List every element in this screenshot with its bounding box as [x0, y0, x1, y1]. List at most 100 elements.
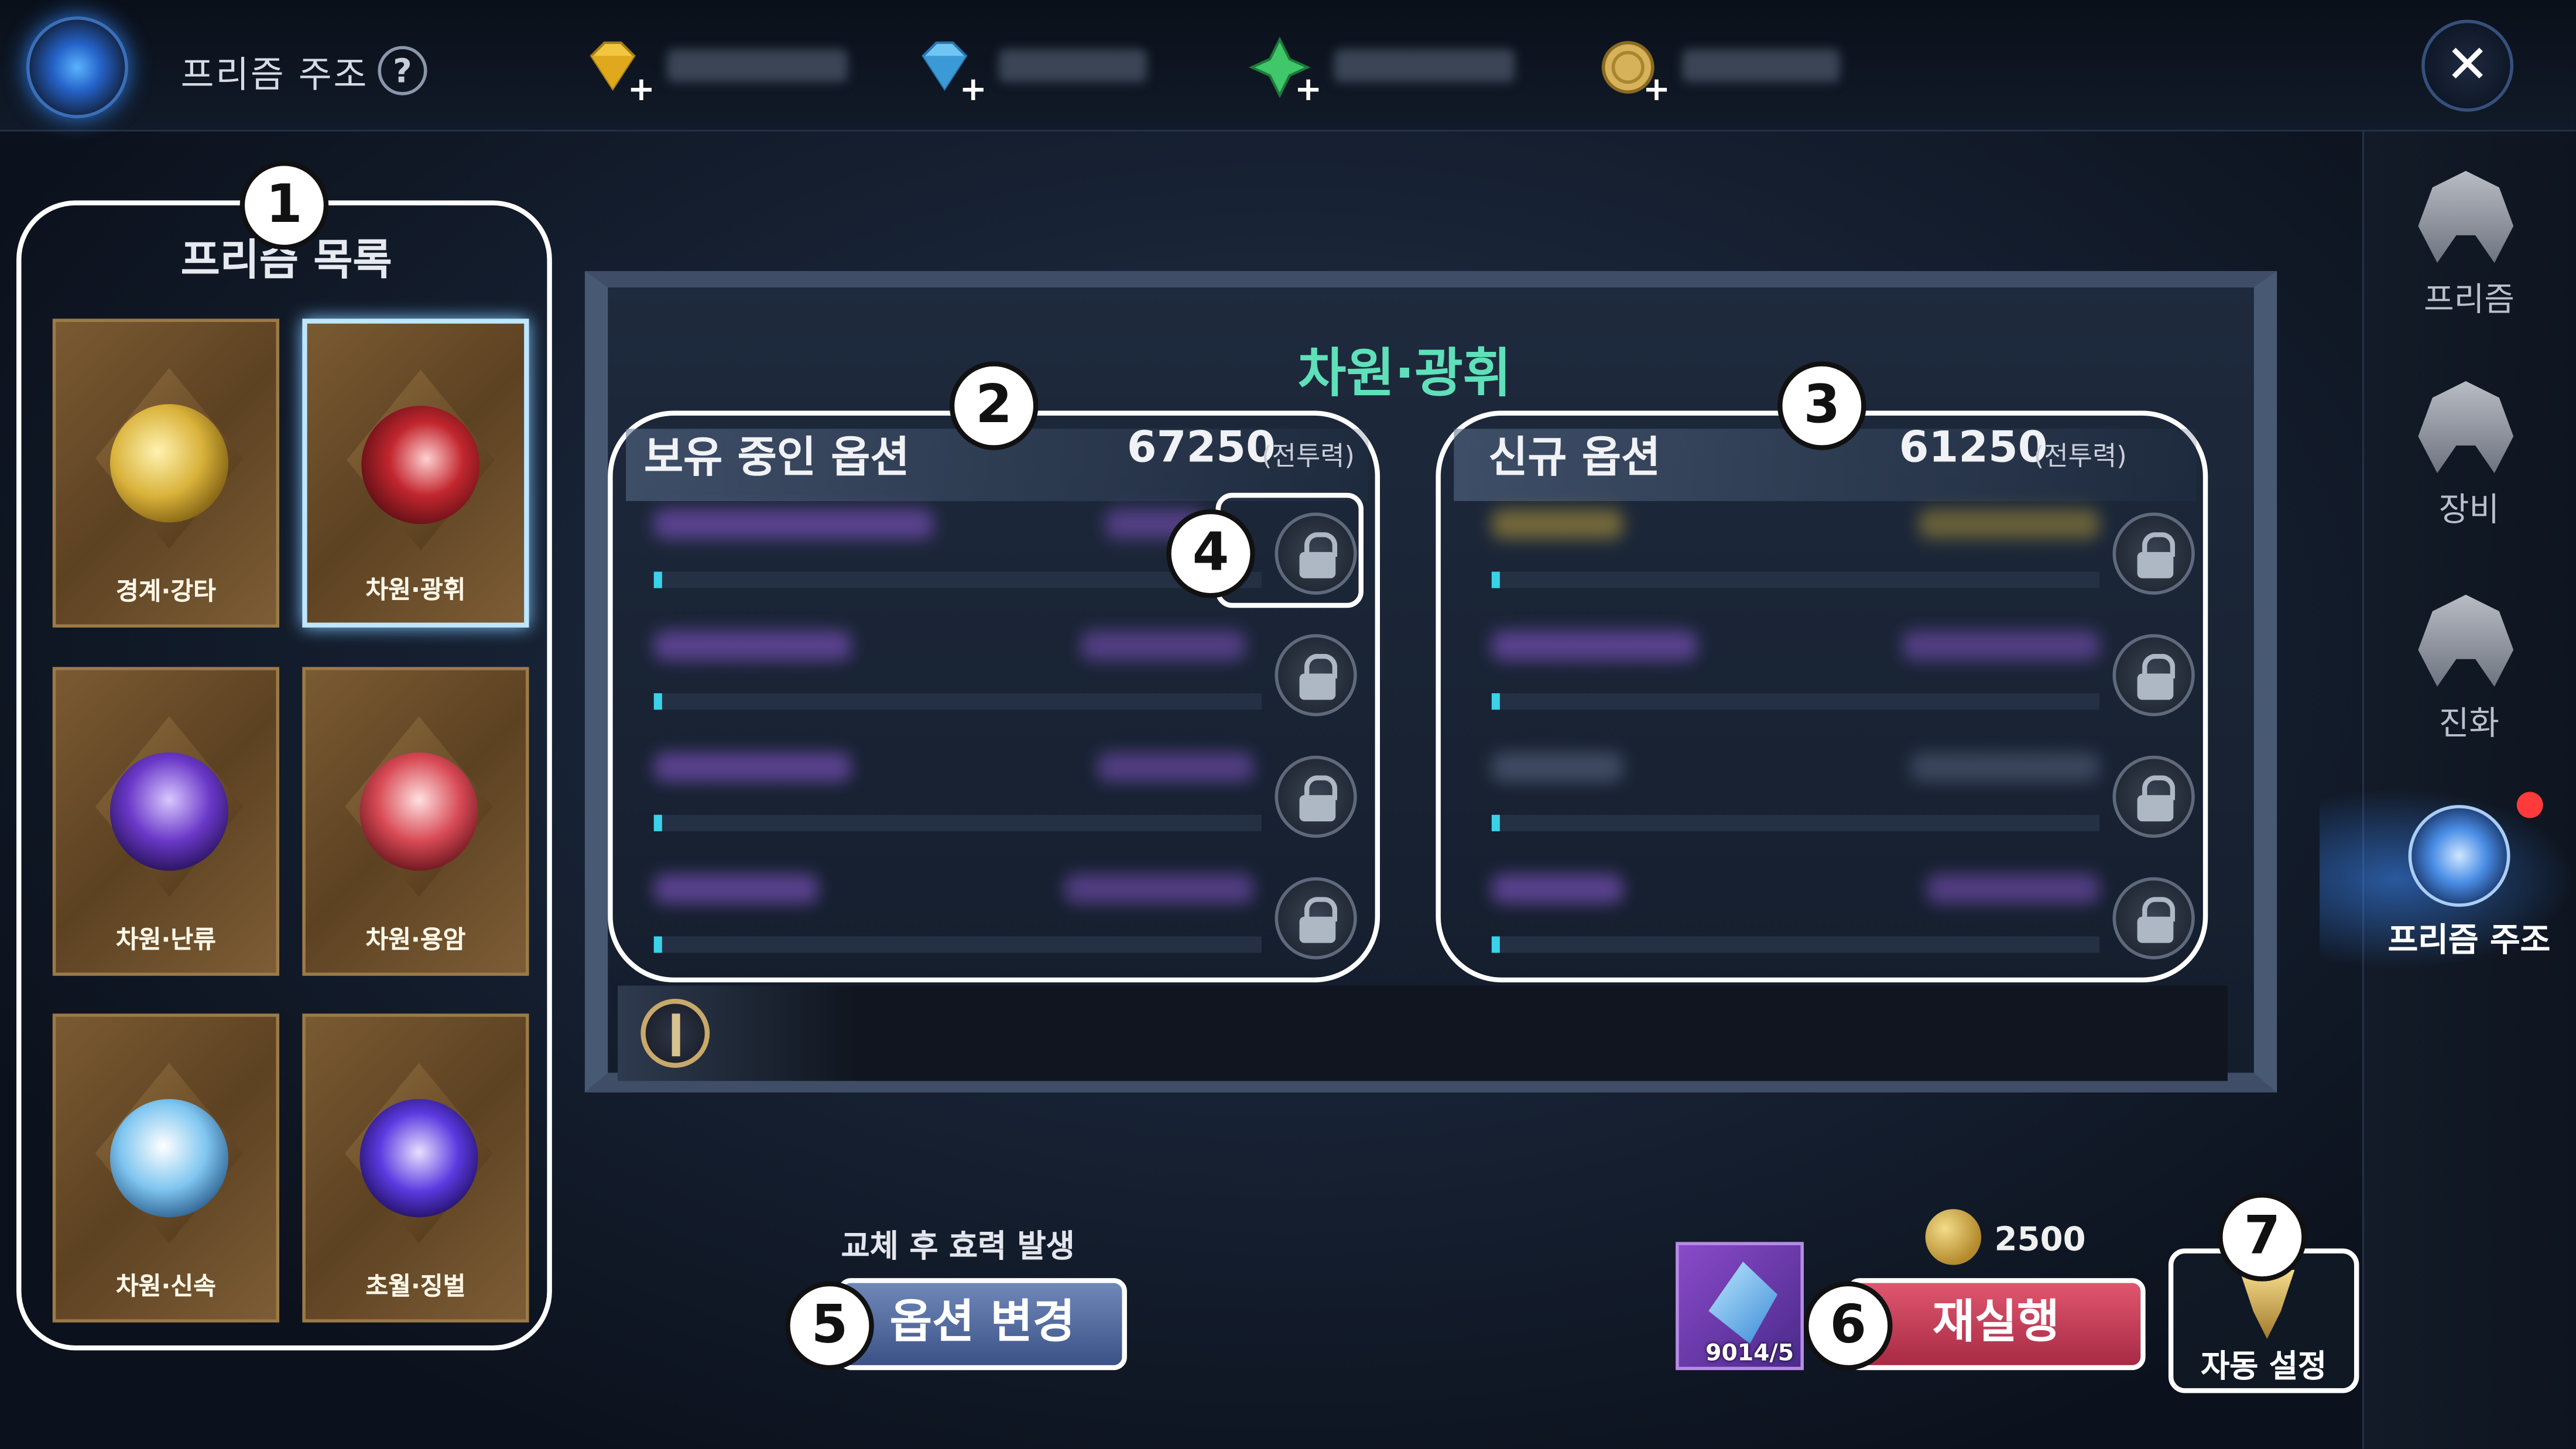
option-lock-icon[interactable] [2112, 512, 2195, 595]
currency-value [1334, 49, 1515, 83]
option-row [653, 864, 1262, 956]
option-name [1491, 631, 1697, 661]
add-currency-icon: + [1643, 68, 1671, 109]
sidebar-item-evolution[interactable]: 진화 [2362, 594, 2576, 776]
item-count: 9014/5 [1705, 1340, 1794, 1367]
callout-marker: 2 [949, 361, 1039, 450]
add-currency-icon: + [627, 68, 655, 109]
option-row [1491, 864, 2100, 956]
sidebar-item-label: 프리즘 주조 [2387, 920, 2551, 960]
sidebar-item-equipment[interactable]: 장비 [2362, 381, 2576, 562]
sidebar-item-label: 프리즘 [2423, 279, 2515, 319]
material-item-slot[interactable]: 9014/5 [1676, 1242, 1804, 1371]
prism-card[interactable]: 초월·징벌 [302, 1013, 529, 1323]
option-row [1491, 499, 2100, 591]
prism-orb-icon [359, 1099, 478, 1218]
sidebar-item-prism[interactable]: 프리즘 [2362, 170, 2576, 352]
sidebar-item-prism-forge[interactable]: 프리즘 주조 [2362, 809, 2576, 989]
help-icon[interactable]: ? [378, 46, 427, 95]
prism-card[interactable]: 차원·난류 [52, 667, 280, 976]
option-value [1927, 873, 2100, 904]
option-row [653, 742, 1262, 834]
callout-marker: 7 [2218, 1193, 2307, 1282]
sidebar-item-label: 장비 [2438, 489, 2500, 529]
prism-orb-icon [110, 404, 229, 523]
option-value [1902, 631, 2100, 661]
option-lock-icon[interactable] [2112, 877, 2195, 960]
callout-marker: 5 [785, 1281, 874, 1371]
sword-emblem-icon[interactable] [640, 999, 710, 1068]
retry-cost: 2500 [1994, 1219, 2086, 1259]
option-bar [653, 936, 1262, 953]
add-currency-icon: + [959, 68, 987, 109]
option-bar [653, 814, 1262, 831]
option-lock-icon[interactable] [1275, 755, 1357, 838]
prism-card-label: 초월·징벌 [365, 1271, 466, 1301]
option-bar-fill [1491, 693, 1500, 710]
prism-orb-icon [110, 1099, 229, 1218]
change-hint: 교체 후 효력 발생 [841, 1228, 1075, 1265]
current-options-title: 보유 중인 옵션 [643, 433, 910, 483]
option-lock-icon[interactable] [2112, 634, 2195, 717]
prism-card-label: 차원·용암 [365, 924, 466, 955]
option-name [1491, 873, 1623, 904]
currency-value [667, 49, 848, 83]
set-effect-strip [618, 985, 2228, 1081]
prism-forge-screen: 프리즘 주조 ? + + + + ✕ 프리즘 목록 경계·강타 차원·광휘 차원… [0, 0, 2576, 1449]
prism-orb-icon [359, 752, 478, 871]
option-name [653, 752, 851, 782]
power-unit-label: (전투력) [1262, 440, 1355, 472]
crystal-icon [1708, 1262, 1778, 1344]
callout-marker: 1 [239, 160, 329, 250]
callout-marker: 6 [1803, 1281, 1893, 1371]
option-bar [1491, 936, 2100, 953]
prism-card[interactable]: 차원·신속 [52, 1013, 280, 1323]
auto-setting-label: 자동 설정 [2201, 1348, 2327, 1385]
prism-card-label: 차원·신속 [115, 1271, 216, 1301]
option-value [1910, 752, 2100, 782]
gold-coin-icon [1925, 1209, 1982, 1265]
option-bar-fill [1491, 814, 1500, 831]
currency-value [999, 49, 1147, 83]
prism-card-label: 차원·난류 [115, 924, 216, 955]
option-bar-fill [1491, 571, 1500, 588]
prism-card-selected[interactable]: 차원·광휘 [302, 318, 529, 628]
option-bar [653, 693, 1262, 710]
change-option-button[interactable]: 옵션 변경 [838, 1278, 1127, 1371]
option-lock-icon[interactable] [1275, 634, 1357, 717]
option-row [1491, 742, 2100, 834]
option-bar-fill [653, 571, 662, 588]
page-title: 프리즘 주조 [180, 56, 369, 97]
option-lock-icon[interactable] [2112, 755, 2195, 838]
prism-orb-icon [110, 752, 229, 871]
close-button[interactable]: ✕ [2421, 19, 2514, 112]
helmet-icon [2418, 381, 2514, 474]
callout-marker: 4 [1166, 509, 1255, 598]
prism-card[interactable]: 차원·용암 [302, 667, 529, 976]
selected-prism-name: 차원·광휘 [1297, 341, 1512, 405]
option-bar-fill [653, 936, 662, 953]
helmet-icon [2418, 170, 2514, 263]
option-row [653, 621, 1262, 713]
sidebar-item-label: 진화 [2438, 703, 2500, 743]
option-value [1919, 509, 2100, 539]
option-lock-icon[interactable] [1275, 877, 1357, 960]
option-bar [653, 571, 1262, 588]
option-bar [1491, 814, 2100, 831]
option-value [1097, 752, 1253, 782]
option-name [1491, 752, 1623, 782]
option-bar-fill [653, 814, 662, 831]
option-value [1064, 873, 1253, 904]
currency-value [1682, 49, 1840, 83]
callout-marker: 3 [1777, 361, 1866, 450]
option-bar [1491, 693, 2100, 710]
prism-card[interactable]: 경계·강타 [52, 318, 280, 628]
prism-card-label: 차원·광휘 [365, 575, 466, 605]
option-row [1491, 621, 2100, 713]
helmet-icon [2418, 594, 2514, 687]
prism-orb-icon [361, 406, 480, 525]
option-bar-fill [1491, 936, 1500, 953]
new-options-title: 신규 옵션 [1488, 433, 1661, 483]
prism-forge-emblem-icon[interactable] [26, 16, 128, 119]
power-unit-label: (전투력) [2033, 440, 2127, 472]
